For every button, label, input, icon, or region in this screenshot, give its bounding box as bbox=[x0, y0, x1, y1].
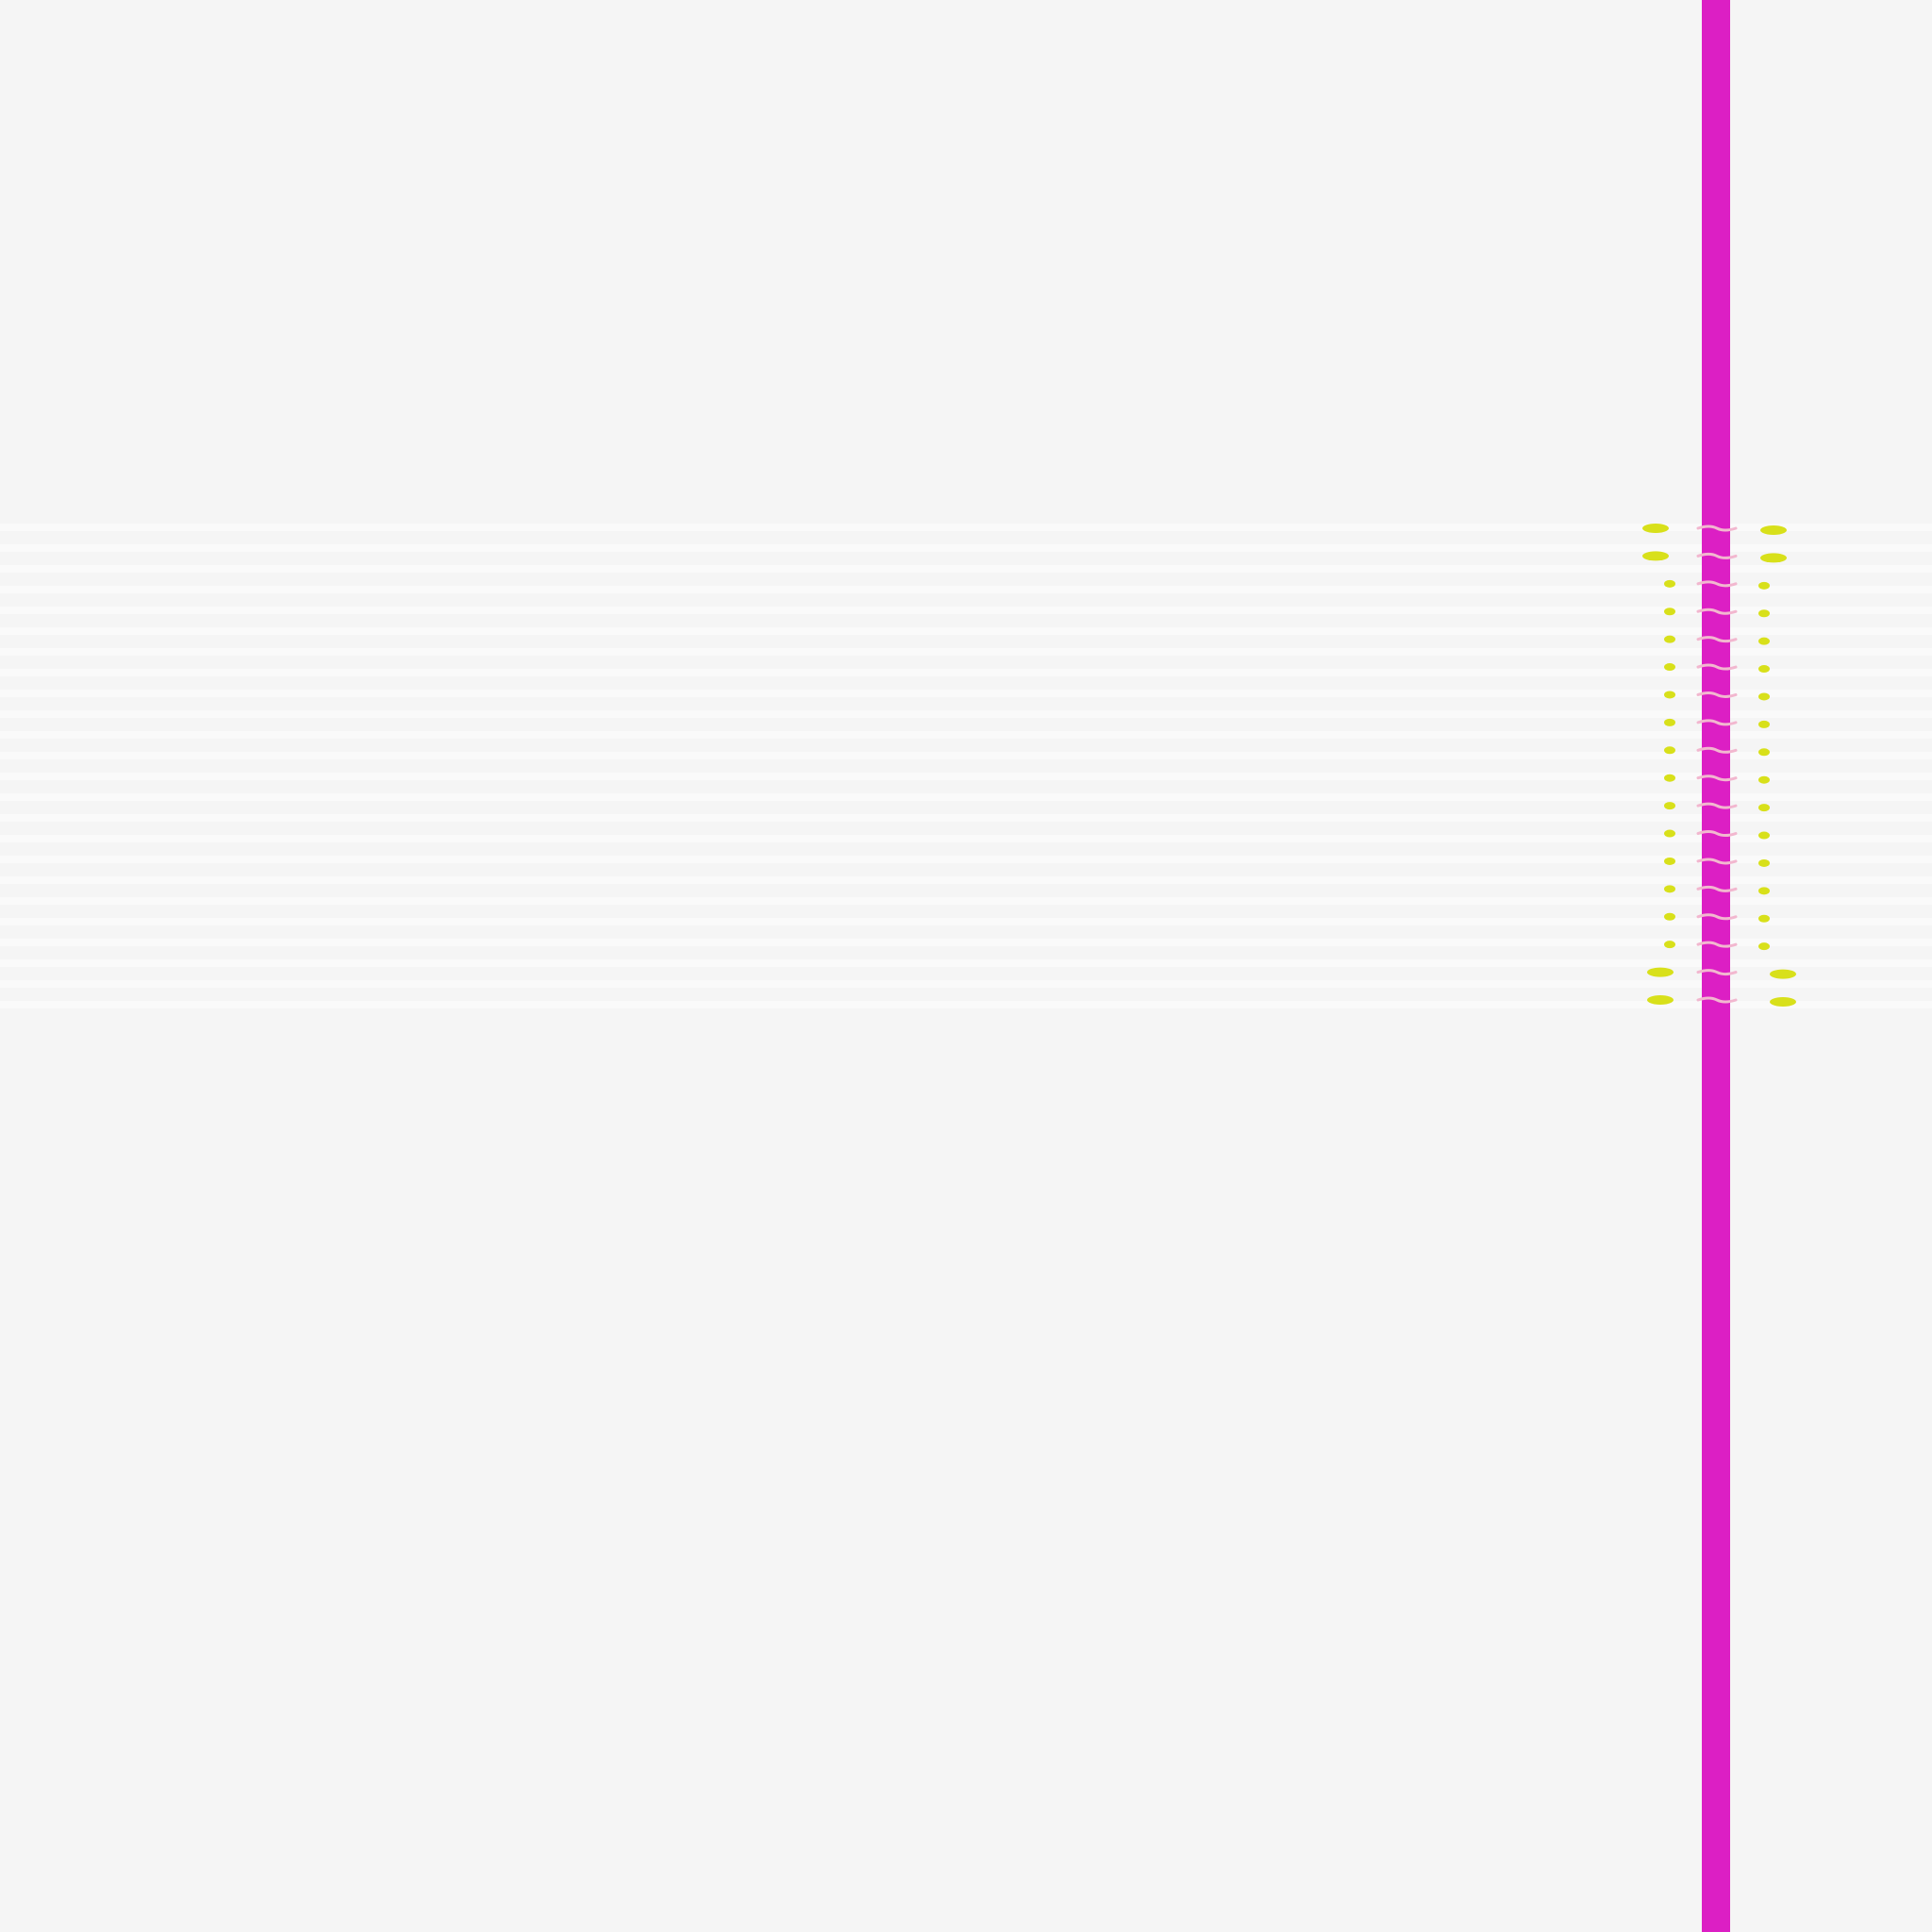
leaf-right bbox=[1760, 525, 1787, 535]
leaf-left bbox=[1664, 579, 1675, 588]
stitch-mark bbox=[1696, 969, 1738, 976]
leaf-left bbox=[1647, 995, 1674, 1005]
stitch-mark bbox=[1696, 663, 1738, 671]
leaf-left bbox=[1664, 802, 1675, 810]
stitch-mark bbox=[1696, 996, 1738, 1004]
stitch-mark bbox=[1696, 774, 1738, 782]
stitch-mark bbox=[1696, 913, 1738, 921]
leaf-right bbox=[1758, 665, 1770, 674]
stitch-mark bbox=[1696, 830, 1738, 838]
leaf-right bbox=[1758, 831, 1770, 840]
stitch-mark bbox=[1696, 580, 1738, 588]
leaf-left bbox=[1664, 941, 1675, 949]
leaf-right bbox=[1758, 748, 1770, 757]
stitch-mark bbox=[1696, 802, 1738, 809]
leaf-left bbox=[1664, 829, 1675, 838]
leaf-left bbox=[1664, 885, 1675, 893]
leaf-left bbox=[1647, 967, 1674, 977]
leaf-left bbox=[1664, 746, 1675, 755]
leaf-right bbox=[1758, 942, 1770, 951]
stitch-mark bbox=[1696, 608, 1738, 615]
stitch-mark bbox=[1696, 552, 1738, 559]
leaf-right bbox=[1758, 887, 1770, 895]
stitch-mark bbox=[1696, 885, 1738, 892]
leaf-left bbox=[1664, 608, 1675, 616]
leaf-right bbox=[1770, 997, 1796, 1007]
leaf-left bbox=[1664, 912, 1675, 921]
leaf-left bbox=[1664, 663, 1675, 672]
stitch-mark bbox=[1696, 636, 1738, 643]
leaf-right bbox=[1758, 720, 1770, 728]
leaf-right bbox=[1758, 581, 1770, 590]
leaf-left bbox=[1664, 635, 1675, 643]
leaf-right bbox=[1758, 914, 1770, 923]
leaf-left bbox=[1642, 551, 1669, 561]
leaf-right bbox=[1758, 858, 1770, 867]
stitch-mark bbox=[1696, 691, 1738, 698]
leaf-right bbox=[1758, 637, 1770, 645]
stitch-mark bbox=[1696, 858, 1738, 865]
stitch-mark bbox=[1696, 746, 1738, 754]
leaf-right bbox=[1758, 804, 1770, 812]
leaf-left bbox=[1664, 857, 1675, 865]
stitch-mark bbox=[1696, 719, 1738, 726]
abstract-canvas bbox=[0, 0, 1932, 1932]
leaf-right bbox=[1758, 775, 1770, 784]
leaf-right bbox=[1770, 969, 1796, 979]
leaf-left bbox=[1664, 774, 1675, 782]
stitch-mark bbox=[1696, 525, 1738, 532]
leaf-right bbox=[1760, 553, 1787, 563]
leaf-right bbox=[1758, 692, 1770, 701]
leaf-left bbox=[1664, 718, 1675, 726]
leaf-stitch-motif bbox=[1642, 524, 1796, 1007]
leaf-right bbox=[1758, 609, 1770, 618]
leaf-left bbox=[1642, 524, 1669, 533]
leaf-left bbox=[1664, 691, 1675, 699]
stitch-mark bbox=[1696, 941, 1738, 948]
